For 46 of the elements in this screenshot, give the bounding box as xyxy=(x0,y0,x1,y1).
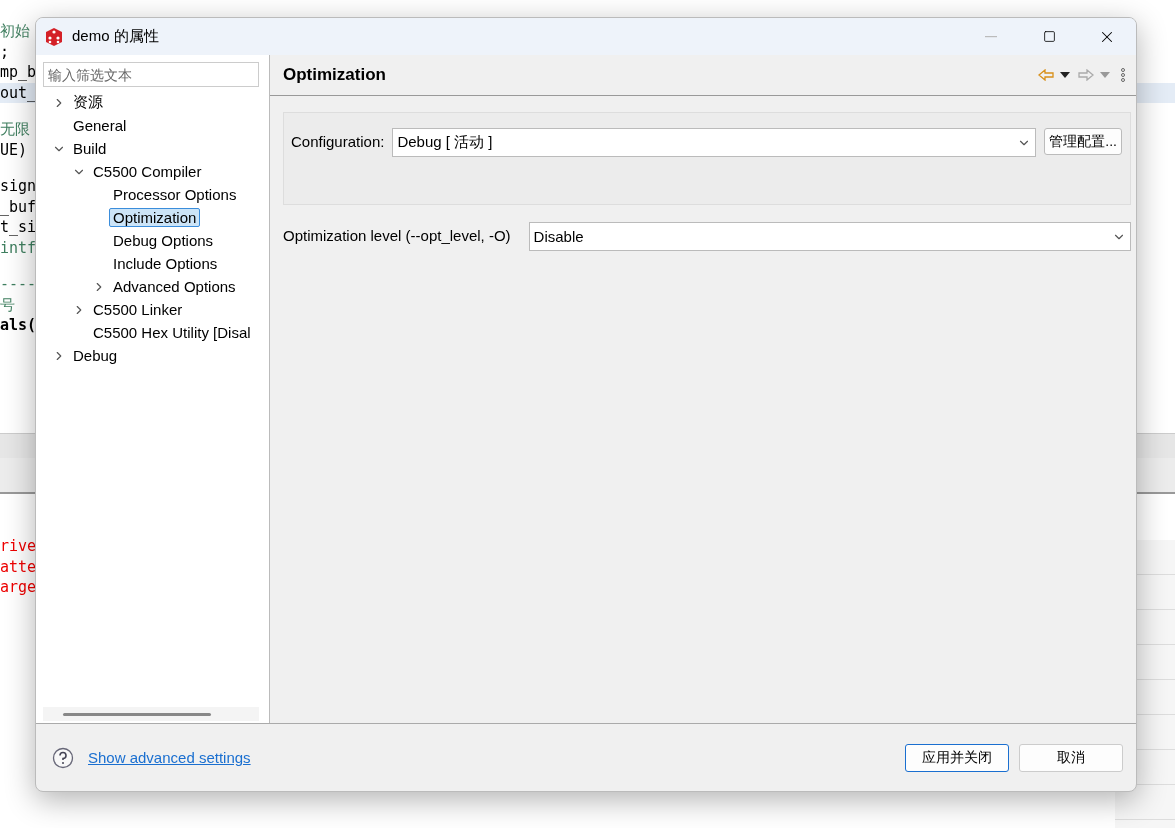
code-line: out_ xyxy=(0,83,37,102)
code-comment: 初始 xyxy=(0,22,30,40)
code-line: _buf xyxy=(0,197,37,216)
manage-configurations-button[interactable]: 管理配置... xyxy=(1044,128,1122,155)
tree-item[interactable]: General xyxy=(69,116,131,135)
configuration-dropdown[interactable]: Debug [ 活动 ] xyxy=(392,128,1037,157)
field-label: Configuration: xyxy=(291,132,385,152)
cancel-button[interactable]: 取消 xyxy=(1019,743,1123,772)
help-icon[interactable] xyxy=(52,746,74,769)
tree-item[interactable]: Optimization xyxy=(109,208,201,227)
tree-item[interactable]: Processor Options xyxy=(109,185,241,204)
code-line: als( xyxy=(0,316,37,334)
code-line: t_si xyxy=(0,218,37,236)
horizontal-scrollbar[interactable] xyxy=(43,707,259,721)
tree-item[interactable]: Build xyxy=(69,139,111,158)
code-comment: 号 xyxy=(0,295,15,314)
tree-item[interactable]: C5500 Hex Utility [Disal xyxy=(89,323,255,342)
code-line: sign xyxy=(0,177,37,195)
code-line: mp_b xyxy=(0,63,37,81)
dropdown-triangle-icon[interactable] xyxy=(1058,71,1072,79)
window-title: demo 的属性 xyxy=(72,27,160,46)
advanced-settings-link[interactable]: Show advanced settings xyxy=(88,749,895,766)
filter-field[interactable]: 输入筛选文本 xyxy=(43,62,259,87)
more-icon[interactable] xyxy=(1120,68,1126,82)
console-line: rive xyxy=(0,536,38,557)
tree-item[interactable]: Include Options xyxy=(109,254,222,273)
maximize-icon xyxy=(1042,30,1056,43)
code-comment: ---- xyxy=(0,275,37,293)
code-line: ; xyxy=(0,42,10,61)
tree-item[interactable]: C5500 Linker xyxy=(89,300,187,319)
minimize-icon xyxy=(985,35,997,38)
apply-close-button[interactable]: 应用并关闭 xyxy=(905,743,1009,772)
page-title: Optimization xyxy=(283,65,387,85)
option-dropdown[interactable]: Disable xyxy=(528,222,1131,251)
code-comment: 无限 xyxy=(0,120,30,138)
tree-item[interactable]: Debug Options xyxy=(109,231,218,250)
code-comment: intf xyxy=(0,238,37,257)
tree-item[interactable]: C5500 Compiler xyxy=(89,162,206,181)
console-line: arge xyxy=(0,577,38,598)
field-label: Optimization level (--opt_level, -O) xyxy=(283,226,511,246)
console-line: atte xyxy=(0,556,38,577)
tree-item[interactable]: 资源 xyxy=(69,92,107,113)
code-line: UE) xyxy=(0,140,28,159)
tree-item[interactable]: Debug xyxy=(69,346,122,365)
cube-logo-icon xyxy=(44,26,64,47)
tree-item[interactable]: Advanced Options xyxy=(109,277,240,296)
